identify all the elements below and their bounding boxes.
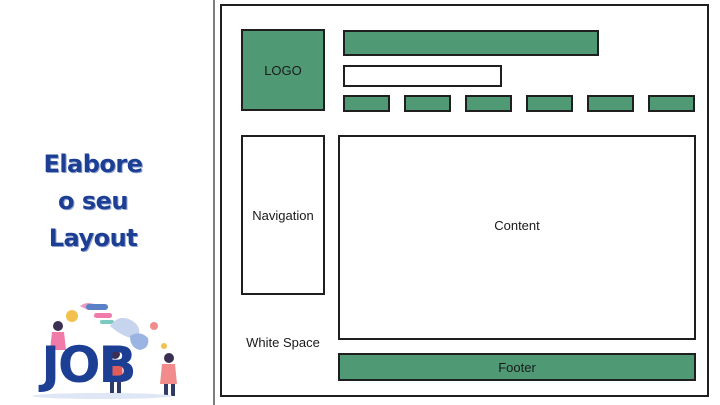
navigation-block: Navigation — [241, 135, 325, 295]
job-illustration: JOB — [32, 303, 177, 399]
header-title-bar — [343, 30, 599, 56]
decor-dot — [150, 322, 158, 330]
logo-label: LOGO — [264, 62, 302, 78]
illustration-job-text: JOB — [38, 336, 134, 394]
content-label: Content — [494, 217, 540, 233]
footer-label: Footer — [498, 359, 536, 375]
whitespace-label: White Space — [246, 334, 320, 350]
person-body — [160, 364, 177, 384]
decor-bar — [100, 320, 114, 324]
nav-tab-1 — [343, 95, 390, 112]
nav-tab-4 — [526, 95, 573, 112]
nav-tab-3 — [465, 95, 512, 112]
title-line-2: o seu — [58, 187, 129, 215]
logo-block: LOGO — [241, 29, 325, 111]
header-search-bar — [343, 65, 502, 87]
decor-circle — [66, 310, 78, 322]
nav-tab-2 — [404, 95, 451, 112]
vertical-divider — [213, 0, 215, 405]
person-leg — [171, 384, 175, 396]
decor-bar — [94, 313, 112, 318]
title-line-3: Layout — [48, 224, 138, 252]
decor-dot — [161, 343, 167, 349]
footer-block: Footer — [338, 353, 696, 381]
nav-tab-5 — [587, 95, 634, 112]
navigation-label: Navigation — [252, 207, 314, 223]
person-head — [53, 321, 63, 331]
content-block: Content — [338, 135, 696, 340]
ground-shadow — [32, 393, 172, 399]
person-leg — [164, 384, 168, 396]
decor-bar — [86, 304, 108, 310]
title-line-1: Elabore — [43, 150, 143, 178]
nav-tab-6 — [648, 95, 695, 112]
slide-title: Elabore o seu Layout — [18, 146, 168, 257]
person-head — [164, 353, 174, 363]
